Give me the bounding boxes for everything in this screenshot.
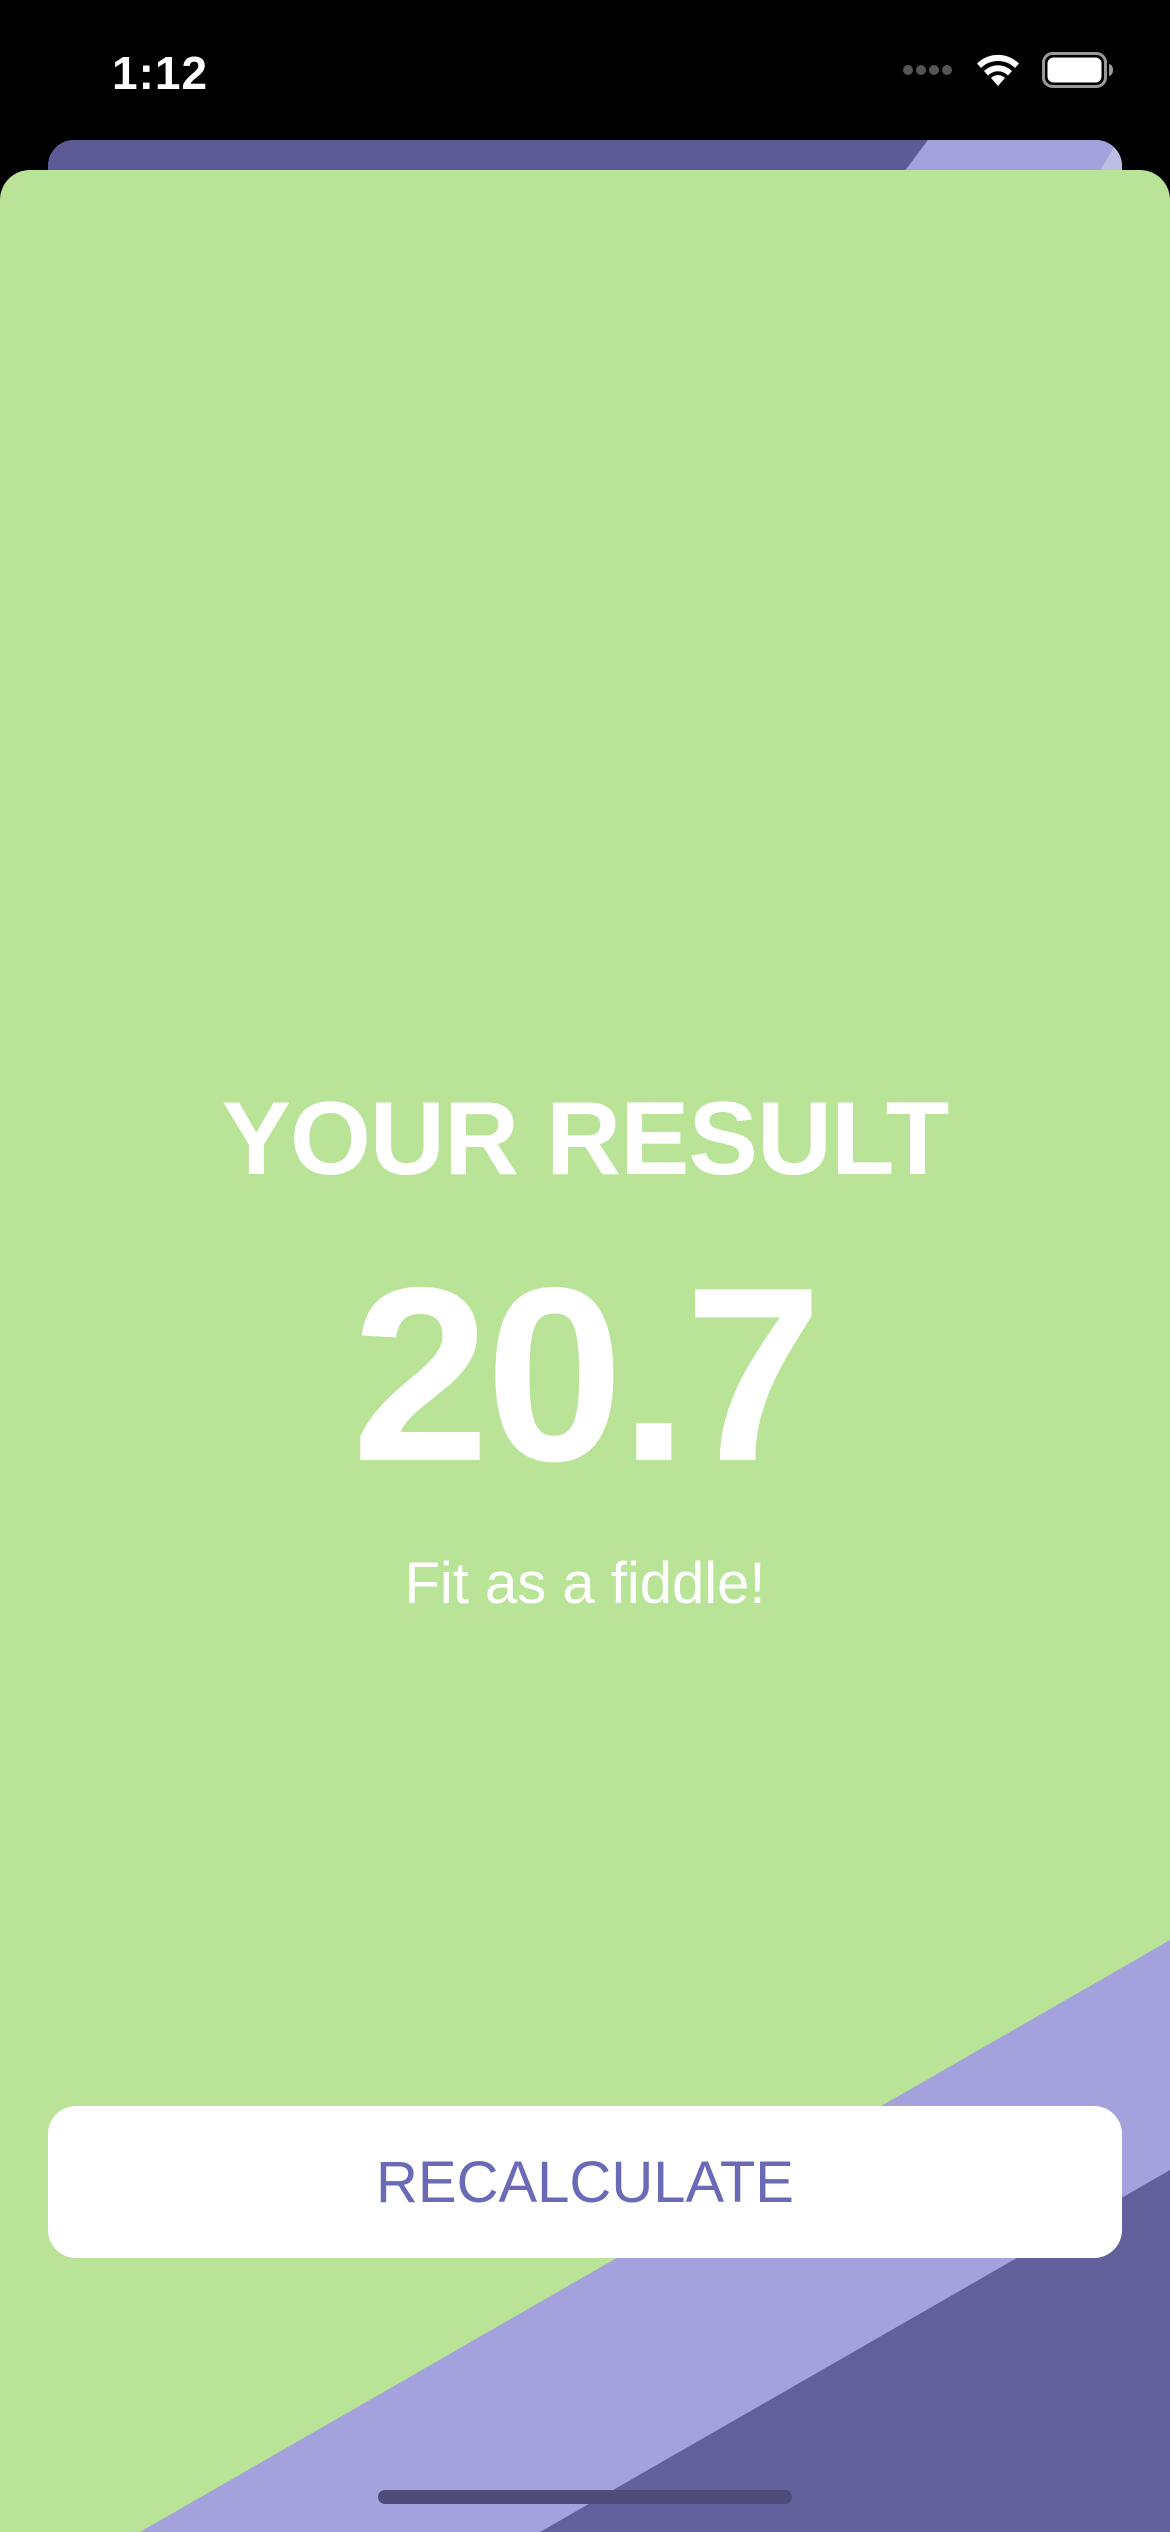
- result-advice: Fit as a fiddle!: [404, 1551, 766, 1616]
- signal-dots-icon: [903, 65, 952, 75]
- status-bar: 1:12: [0, 0, 1170, 140]
- recalculate-button[interactable]: RECALCULATE: [48, 2106, 1122, 2258]
- battery-icon: [1042, 52, 1113, 88]
- status-time: 1:12: [112, 47, 209, 99]
- status-icons: [902, 52, 1114, 88]
- home-indicator[interactable]: [378, 2490, 792, 2504]
- result-title: YOUR RESULT: [221, 1081, 950, 1197]
- bmi-value: 20.7: [351, 1235, 823, 1513]
- wifi-icon: [977, 54, 1019, 86]
- screen: 1:12 YOUR RESULT 20.7 Fit as a fiddle! R…: [0, 0, 1170, 2532]
